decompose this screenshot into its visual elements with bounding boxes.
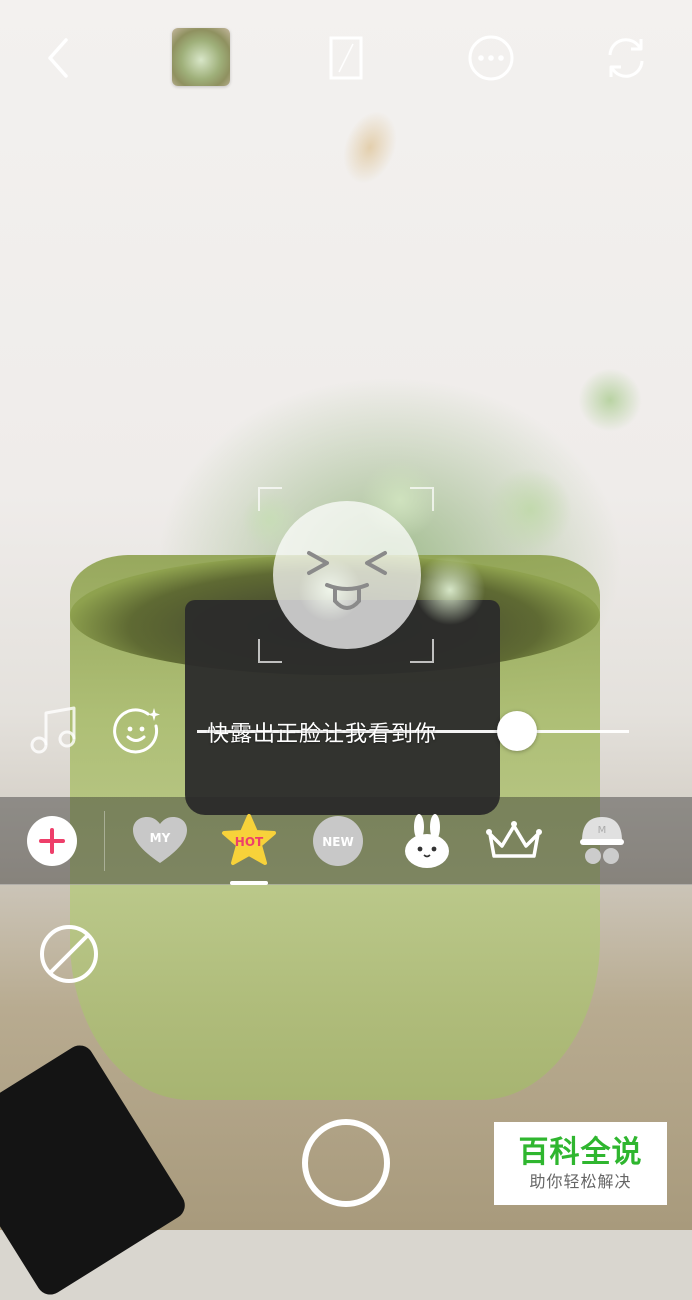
no-effect-button[interactable]: [39, 924, 99, 984]
beauty-face-icon: [113, 708, 160, 754]
back-icon: [48, 38, 68, 78]
beauty-button[interactable]: [112, 706, 162, 756]
svg-text:M: M: [598, 825, 607, 836]
heart-icon: MY: [133, 817, 187, 863]
face-hint-text: 快露出正脸让我看到你: [207, 722, 438, 747]
bar-divider: [104, 811, 105, 871]
watermark-logo: 百科全说 助你轻松解决: [494, 1122, 667, 1205]
face-detection-frame: [258, 487, 434, 663]
gallery-thumbnail[interactable]: [172, 28, 230, 86]
shutter-button[interactable]: [302, 1119, 390, 1207]
category-crown[interactable]: [484, 813, 544, 869]
switch-camera-icon: [608, 38, 644, 78]
more-button[interactable]: [461, 28, 521, 88]
category-my-label: MY: [150, 831, 171, 845]
cap-glasses-icon: M: [580, 817, 624, 864]
aspect-ratio-icon: [329, 36, 363, 80]
category-new-label: NEW: [322, 835, 353, 849]
top-bar: [0, 20, 692, 100]
face-emoji-icon: [307, 551, 387, 610]
more-icon: [468, 35, 514, 81]
prohibited-icon: [40, 925, 98, 983]
category-cap[interactable]: M: [572, 813, 632, 869]
add-sticker-button[interactable]: [27, 816, 77, 866]
crown-icon: [486, 821, 542, 858]
category-hot-label: HOT: [235, 835, 264, 849]
star-icon: HOT: [222, 814, 276, 865]
plus-icon: [39, 828, 65, 854]
music-note-icon: [30, 706, 76, 754]
watermark-subtitle: 助你轻松解决: [529, 1171, 632, 1191]
selected-category-indicator: [230, 881, 268, 885]
sticker-category-bar: MY HOT NEW M: [0, 797, 692, 885]
category-my[interactable]: MY: [130, 813, 190, 869]
category-new[interactable]: NEW: [308, 813, 368, 869]
beauty-slider-knob[interactable]: [496, 711, 537, 751]
back-button[interactable]: [30, 28, 90, 88]
bunny-icon: [405, 814, 449, 868]
music-button[interactable]: [26, 705, 80, 757]
switch-camera-button[interactable]: [596, 28, 656, 88]
aspect-ratio-button[interactable]: [316, 28, 376, 88]
category-hot[interactable]: HOT: [219, 813, 279, 869]
circle-badge-icon: NEW: [313, 816, 363, 866]
watermark-title: 百科全说: [518, 1134, 643, 1170]
face-placeholder: [273, 501, 421, 649]
category-bunny[interactable]: [397, 813, 457, 869]
